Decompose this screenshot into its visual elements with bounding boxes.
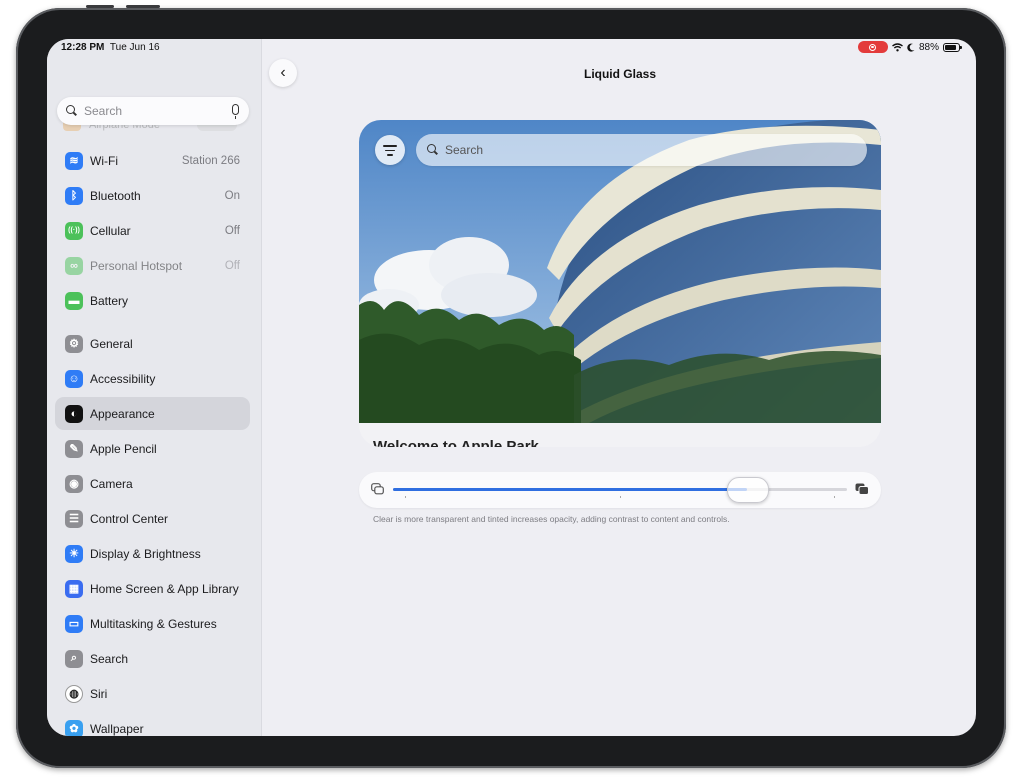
moon-icon: [907, 43, 915, 52]
sidebar-item-apple-pencil[interactable]: ✎ Apple Pencil: [55, 432, 250, 465]
sidebar-item-label: Wi-Fi: [90, 153, 118, 168]
battery-level: [945, 44, 957, 50]
tinted-icon: [855, 483, 869, 495]
sidebar-item-appearance[interactable]: ◐ Appearance: [55, 397, 250, 430]
sidebar-item-bluetooth[interactable]: ᛒ Bluetooth On: [55, 179, 250, 212]
slider-fill: [393, 488, 748, 491]
sidebar-item-wallpaper[interactable]: ✿ Wallpaper: [55, 712, 250, 736]
sidebar-item-label: Cellular: [90, 223, 131, 238]
sidebar-item-value: Station 266: [181, 154, 240, 167]
battery-percentage: 88%: [918, 41, 939, 53]
sidebar-item-label: Search: [90, 651, 129, 666]
control-center-icon: ☰: [65, 509, 83, 528]
record-icon: [869, 43, 877, 51]
screen-recording-indicator[interactable]: [857, 41, 888, 53]
wallpaper-icon: ✿: [65, 719, 83, 736]
clock: 12:28 PM: [61, 42, 105, 53]
preview-search-placeholder: Search: [445, 143, 484, 157]
filter-button[interactable]: [375, 135, 405, 165]
home-screen-icon: ▦: [65, 579, 83, 598]
cellular-icon: ((·)): [65, 221, 83, 240]
sidebar: Airplane Mode ≋Wi-FiStation 266ᛒBluetoot…: [47, 39, 262, 736]
sidebar-item-label: Home Screen & App Library: [90, 581, 239, 596]
wifi-status-icon: [892, 42, 903, 51]
sidebar-item-accessibility[interactable]: ☺ Accessibility: [55, 362, 250, 395]
screen: Airplane Mode ≋Wi-FiStation 266ᛒBluetoot…: [47, 39, 976, 736]
microphone-icon[interactable]: [232, 104, 239, 119]
camera-icon: ◉: [65, 474, 83, 493]
sidebar-item-label: General: [90, 336, 133, 351]
sidebar-item-camera[interactable]: ◉ Camera: [55, 467, 250, 500]
page-title: Liquid Glass: [583, 67, 656, 81]
filter-icon-line: [385, 149, 395, 152]
sidebar-item-label: Multitasking & Gestures: [90, 616, 217, 631]
sidebar-item-label: Bluetooth: [90, 188, 141, 203]
slider-description: Clear is more transparent and tinted inc…: [373, 514, 730, 524]
accessibility-icon: ☺: [65, 369, 83, 388]
sidebar-item-value: On: [224, 189, 240, 202]
sidebar-item-siri[interactable]: ◍ Siri: [55, 677, 250, 710]
sidebar-item-label: Display & Brightness: [90, 546, 201, 561]
slider-tick: [620, 496, 621, 498]
sidebar-item-label: Battery: [90, 293, 129, 308]
hotspot-icon: ∞: [65, 256, 83, 275]
sidebar-search[interactable]: [57, 97, 249, 125]
sidebar-item-label: Apple Pencil: [90, 441, 157, 456]
sidebar-item-label: Siri: [90, 686, 108, 701]
slider-thumb[interactable]: [727, 477, 770, 503]
sidebar-item-control-center[interactable]: ☰ Control Center: [55, 502, 250, 535]
sidebar-item-personal-hotspot[interactable]: ∞ Personal Hotspot Off: [55, 249, 250, 282]
sidebar-item-label: Accessibility: [90, 371, 156, 386]
sidebar-item-label: Personal Hotspot: [90, 258, 183, 273]
sidebar-item-search[interactable]: ⌕ Search: [55, 642, 250, 675]
clear-icon: [371, 483, 384, 495]
battery-icon: ▬: [65, 291, 83, 310]
search-input[interactable]: [84, 104, 224, 118]
preview-search-field[interactable]: Search: [416, 134, 867, 166]
sidebar-item-home-screen-app-library[interactable]: ▦ Home Screen & App Library: [55, 572, 250, 605]
liquid-glass-preview: Search Welcome to Apple Park: [359, 120, 881, 447]
sidebar-item-multitasking-gestures[interactable]: ▭ Multitasking & Gestures: [55, 607, 250, 640]
sidebar-item-cellular[interactable]: ((·)) Cellular Off: [55, 214, 250, 247]
bluetooth-icon: ᛒ: [65, 186, 83, 205]
back-button[interactable]: ‹: [269, 59, 297, 87]
slider-tick: [405, 496, 406, 498]
sidebar-item-label: Appearance: [90, 406, 155, 421]
top-button: [86, 5, 114, 8]
appearance-icon: ◐: [65, 404, 83, 423]
sidebar-item-label: Control Center: [90, 511, 169, 526]
search-icon: [427, 144, 439, 156]
sidebar-item-wi-fi[interactable]: ≋ Wi-Fi Station 266: [55, 144, 250, 177]
date: Tue Jun 16: [109, 42, 160, 53]
search-icon: [66, 105, 78, 117]
slider-track[interactable]: [393, 488, 847, 491]
gear-icon: ⚙: [65, 334, 83, 353]
status-indicators: 88%: [857, 41, 962, 53]
sidebar-item-display-brightness[interactable]: ☀ Display & Brightness: [55, 537, 250, 570]
pencil-icon: ✎: [65, 439, 83, 458]
sidebar-item-label: Camera: [90, 476, 133, 491]
filter-icon: [383, 145, 397, 147]
volume-button: [126, 5, 160, 8]
search-icon: ⌕: [65, 649, 83, 668]
slider-tick: [834, 496, 835, 498]
preview-caption: Welcome to Apple Park: [373, 438, 539, 447]
sidebar-item-general[interactable]: ⚙ General: [55, 327, 250, 360]
brightness-icon: ☀: [65, 544, 83, 563]
filter-icon-line: [387, 154, 393, 156]
battery-status-icon: [943, 42, 962, 52]
sidebar-item-battery[interactable]: ▬ Battery: [55, 284, 250, 317]
wifi-icon: ≋: [65, 151, 83, 170]
status-time: 12:28 PM Tue Jun 16: [61, 42, 160, 53]
chevron-left-icon: ‹: [280, 64, 286, 81]
sidebar-item-value: Off: [224, 259, 240, 272]
transparency-slider[interactable]: [359, 472, 881, 508]
siri-icon: ◍: [65, 684, 83, 703]
sidebar-item-label: Wallpaper: [90, 721, 144, 736]
sidebar-item-value: Off: [224, 224, 240, 237]
multitasking-icon: ▭: [65, 614, 83, 633]
